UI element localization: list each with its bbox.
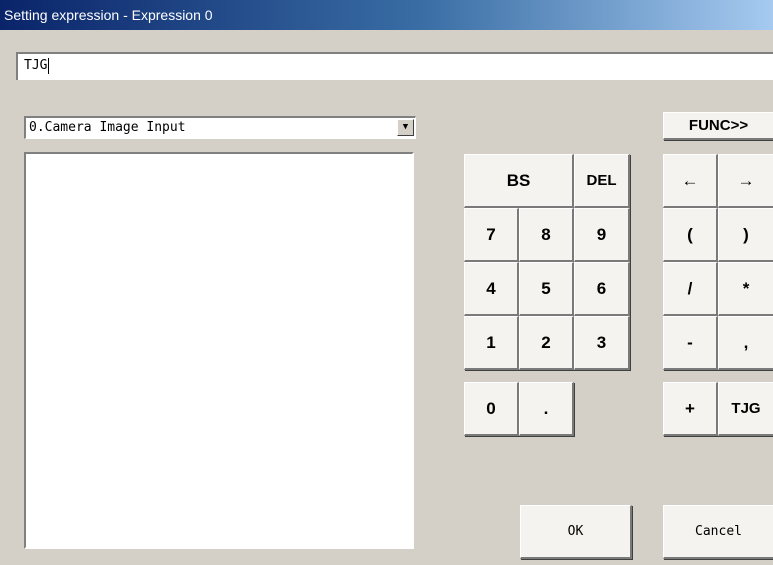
tjg-button[interactable]: TJG: [718, 382, 773, 436]
expression-input[interactable]: TJG: [16, 52, 773, 80]
comma-button[interactable]: ,: [718, 316, 773, 370]
close-paren-button[interactable]: ): [718, 208, 773, 262]
key-5[interactable]: 5: [519, 262, 574, 316]
key-7[interactable]: 7: [464, 208, 519, 262]
text-caret: [48, 57, 50, 74]
window-title: Setting expression - Expression 0: [0, 0, 773, 30]
func-button[interactable]: FUNC>>: [663, 112, 773, 140]
divide-button[interactable]: /: [663, 262, 718, 316]
ok-button[interactable]: OK: [520, 505, 632, 559]
chevron-down-icon[interactable]: ▼: [397, 119, 414, 136]
item-listbox[interactable]: [24, 152, 414, 549]
expression-text: TJG: [24, 58, 48, 73]
key-9[interactable]: 9: [574, 208, 630, 262]
source-select[interactable]: 0.Camera Image Input ▼: [24, 116, 416, 139]
source-select-value: 0.Camera Image Input: [29, 120, 186, 135]
key-4[interactable]: 4: [464, 262, 519, 316]
plus-button[interactable]: +: [663, 382, 718, 436]
key-6[interactable]: 6: [574, 262, 630, 316]
right-arrow-button[interactable]: →: [718, 154, 773, 208]
delete-button[interactable]: DEL: [574, 154, 630, 208]
key-1[interactable]: 1: [464, 316, 519, 370]
key-2[interactable]: 2: [519, 316, 574, 370]
backspace-button[interactable]: BS: [464, 154, 574, 208]
key-decimal[interactable]: .: [519, 382, 574, 436]
key-3[interactable]: 3: [574, 316, 630, 370]
key-8[interactable]: 8: [519, 208, 574, 262]
cancel-button[interactable]: Cancel: [663, 505, 773, 559]
minus-button[interactable]: -: [663, 316, 718, 370]
open-paren-button[interactable]: (: [663, 208, 718, 262]
left-arrow-button[interactable]: ←: [663, 154, 718, 208]
key-0[interactable]: 0: [464, 382, 519, 436]
multiply-button[interactable]: *: [718, 262, 773, 316]
